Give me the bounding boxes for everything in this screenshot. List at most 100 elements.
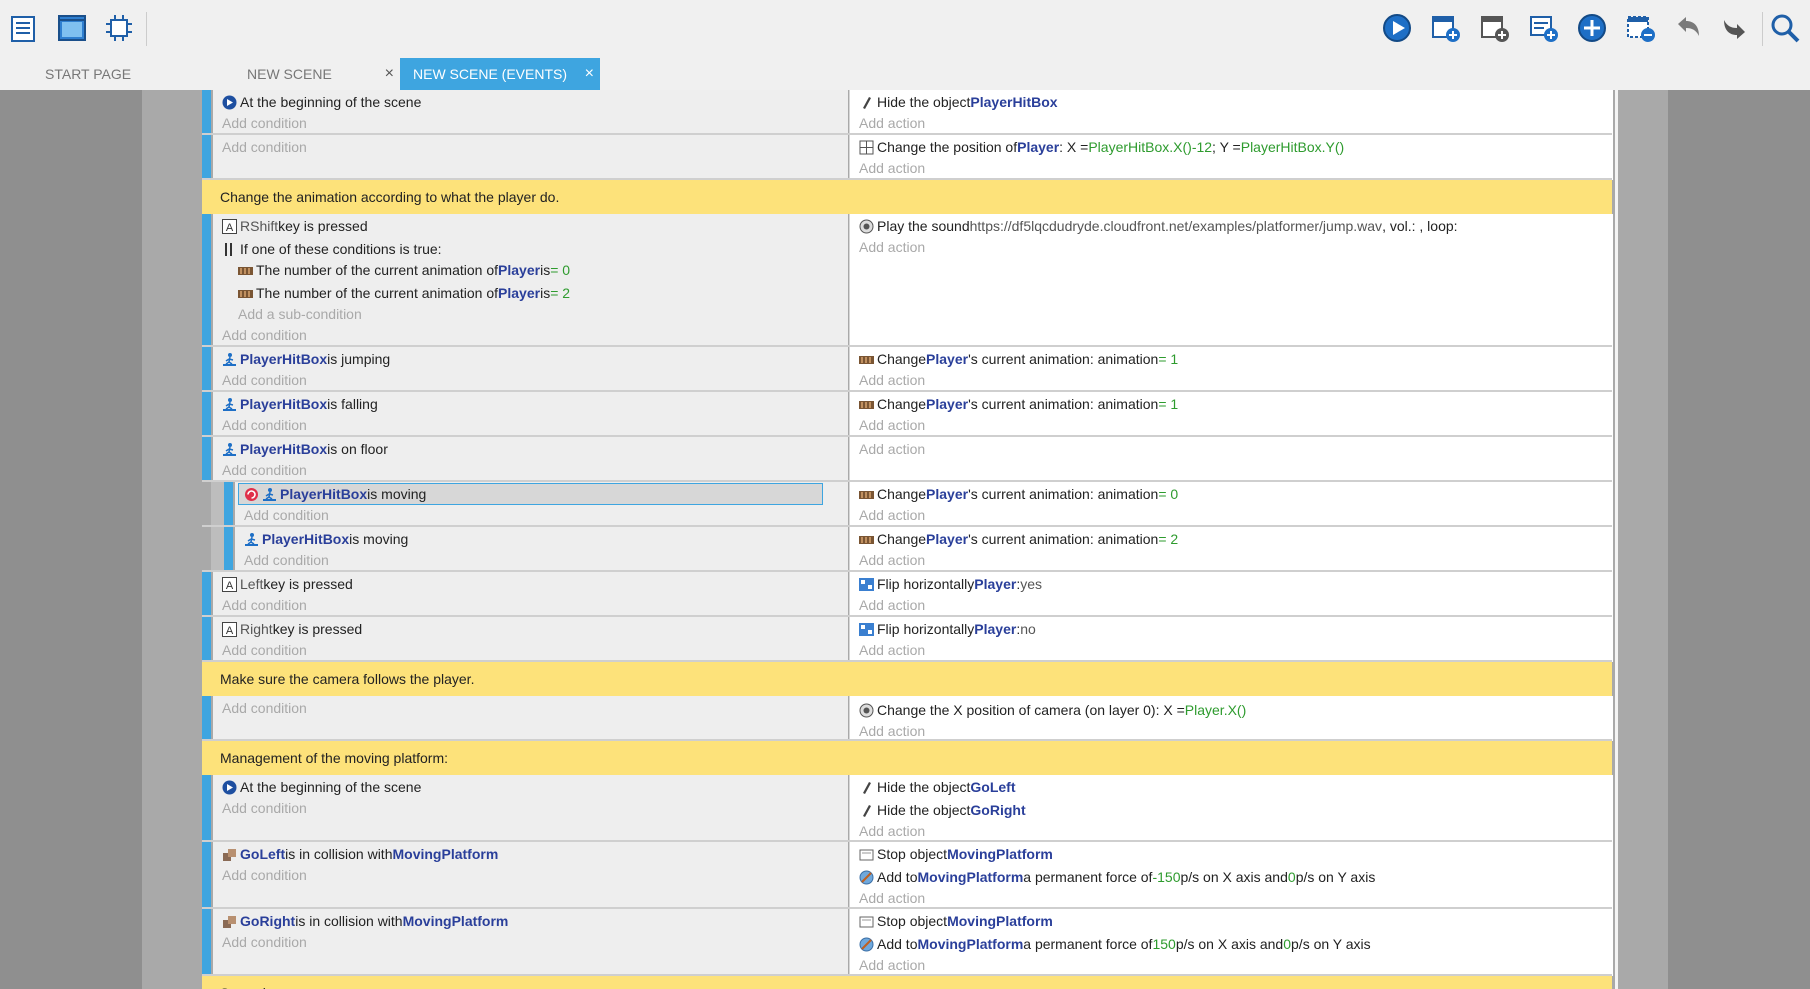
conditions-cell[interactable]: GoLeft is in collision with MovingPlatfo… (213, 842, 848, 909)
condition[interactable]: GoRight is in collision with MovingPlatf… (222, 911, 508, 931)
condition[interactable]: PlayerHitBox is falling (222, 394, 378, 414)
event-row[interactable]: Add condition Change the position of Pla… (202, 135, 1618, 180)
undo-icon[interactable] (1670, 10, 1706, 46)
tab-start-page[interactable]: START PAGE (32, 58, 202, 90)
conditions-cell[interactable]: PlayerHitBox is moving Add condition (235, 482, 848, 527)
add-condition-link[interactable]: Add condition (222, 640, 307, 660)
comment-row[interactable]: Spawning... (202, 976, 1612, 989)
actions-cell[interactable]: Change Player's current animation: anima… (849, 347, 1613, 392)
add-condition-link[interactable]: Add condition (222, 698, 307, 718)
add-condition-link[interactable]: Add condition (222, 798, 307, 818)
add-event-icon[interactable] (1428, 10, 1464, 46)
action[interactable]: Change Player's current animation: anima… (859, 529, 1178, 549)
redo-icon[interactable] (1717, 10, 1753, 46)
action[interactable]: Stop object MovingPlatform (859, 844, 1053, 864)
add-subcondition-link[interactable]: Add a sub-condition (238, 304, 362, 324)
event-row[interactable]: GoLeft is in collision with MovingPlatfo… (202, 842, 1618, 909)
conditions-cell[interactable]: PlayerHitBox is on floor Add condition (213, 437, 848, 482)
actions-cell[interactable]: Stop object MovingPlatform Add to Moving… (849, 909, 1613, 976)
add-condition-link[interactable]: Add condition (222, 595, 307, 615)
sub-event-row[interactable]: PlayerHitBox is moving Add condition Cha… (202, 527, 1618, 572)
or-condition[interactable]: If one of these conditions is true: (222, 239, 442, 259)
condition[interactable]: PlayerHitBox is on floor (222, 439, 388, 459)
conditions-cell[interactable]: A RShift key is pressed If one of these c… (213, 214, 848, 347)
sub-condition[interactable]: The number of the current animation of P… (238, 283, 570, 303)
add-condition-link[interactable]: Add condition (222, 932, 307, 952)
action[interactable]: Hide the object PlayerHitBox (859, 92, 1058, 112)
vertical-scrollbar[interactable] (1615, 90, 1618, 989)
add-condition-link[interactable]: Add condition (222, 113, 307, 133)
condition[interactable]: A Left key is pressed (222, 574, 353, 594)
conditions-cell[interactable]: A Left key is pressed Add condition (213, 572, 848, 617)
conditions-cell[interactable]: PlayerHitBox is moving Add condition (235, 527, 848, 572)
event-row[interactable]: A RShift key is pressed If one of these c… (202, 214, 1618, 347)
add-condition-link[interactable]: Add condition (222, 415, 307, 435)
event-row[interactable]: Add condition Change the X position of c… (202, 696, 1618, 741)
event-row[interactable]: At the beginning of the scene Add condit… (202, 90, 1618, 135)
action[interactable]: Change Player's current animation: anima… (859, 394, 1178, 414)
add-comment-icon[interactable] (1526, 10, 1562, 46)
conditions-cell[interactable]: Add condition (213, 696, 848, 741)
actions-cell[interactable]: Add action (849, 437, 1613, 482)
event-row[interactable]: A Left key is pressed Add condition Flip … (202, 572, 1618, 617)
action[interactable]: Change Player's current animation: anima… (859, 484, 1178, 504)
actions-cell[interactable]: Change Player's current animation: anima… (849, 527, 1613, 572)
add-action-link[interactable]: Add action (859, 955, 925, 975)
add-action-link[interactable]: Add action (859, 888, 925, 908)
add-condition-link[interactable]: Add condition (222, 865, 307, 885)
event-row[interactable]: GoRight is in collision with MovingPlatf… (202, 909, 1618, 976)
actions-cell[interactable]: Flip horizontally Player : yes Add actio… (849, 572, 1613, 617)
add-action-link[interactable]: Add action (859, 113, 925, 133)
event-row[interactable]: At the beginning of the scene Add condit… (202, 775, 1618, 842)
conditions-cell[interactable]: PlayerHitBox is jumping Add condition (213, 347, 848, 392)
sub-condition[interactable]: The number of the current animation of P… (238, 260, 570, 280)
tab-new-scene[interactable]: NEW SCENE × (234, 58, 400, 90)
event-row[interactable]: A Right key is pressed Add condition Flip… (202, 617, 1618, 662)
sub-event-row[interactable]: PlayerHitBox is moving Add condition Cha… (202, 482, 1618, 527)
add-action-link[interactable]: Add action (859, 439, 925, 459)
actions-cell[interactable]: Hide the object GoLeft Hide the object G… (849, 775, 1613, 842)
conditions-cell[interactable]: At the beginning of the scene Add condit… (213, 775, 848, 842)
conditions-cell[interactable]: GoRight is in collision with MovingPlatf… (213, 909, 848, 976)
event-row[interactable]: PlayerHitBox is jumping Add condition Ch… (202, 347, 1618, 392)
actions-cell[interactable]: Change the X position of camera (on laye… (849, 696, 1613, 741)
condition[interactable]: PlayerHitBox is moving (244, 529, 408, 549)
conditions-cell[interactable]: At the beginning of the scene Add condit… (213, 90, 848, 135)
add-action-link[interactable]: Add action (859, 640, 925, 660)
event-row[interactable]: PlayerHitBox is on floor Add condition A… (202, 437, 1618, 482)
comment-row[interactable]: Change the animation according to what t… (202, 180, 1612, 214)
tab-new-scene-events[interactable]: NEW SCENE (EVENTS) × (400, 58, 600, 90)
extensions-icon[interactable] (101, 10, 137, 46)
events-list-icon[interactable] (6, 10, 42, 46)
conditions-cell[interactable]: A Right key is pressed Add condition (213, 617, 848, 662)
action[interactable]: Hide the object GoLeft (859, 777, 1016, 797)
add-action-link[interactable]: Add action (859, 415, 925, 435)
action[interactable]: Play the sound https://df5lqcdudryde.clo… (859, 216, 1458, 236)
add-action-link[interactable]: Add action (859, 158, 925, 178)
action[interactable]: Flip horizontally Player : yes (859, 574, 1042, 594)
actions-cell[interactable]: Change Player's current animation: anima… (849, 482, 1613, 527)
actions-cell[interactable]: Flip horizontally Player : no Add action (849, 617, 1613, 662)
add-subevent-icon[interactable] (1477, 10, 1513, 46)
add-condition-link[interactable]: Add condition (222, 137, 307, 157)
add-condition-link[interactable]: Add condition (222, 370, 307, 390)
scene-editor-icon[interactable] (54, 10, 90, 46)
conditions-cell[interactable]: PlayerHitBox is falling Add condition (213, 392, 848, 437)
action[interactable]: Change the X position of camera (on laye… (859, 700, 1246, 720)
comment-row[interactable]: Make sure the camera follows the player. (202, 662, 1612, 696)
add-condition-link[interactable]: Add condition (222, 325, 307, 345)
add-condition-link[interactable]: Add condition (244, 505, 329, 525)
actions-cell[interactable]: Change the position of Player: X = Playe… (849, 135, 1613, 180)
action[interactable]: Add to MovingPlatform a permanent force … (859, 934, 1371, 954)
condition-selected[interactable]: PlayerHitBox is moving (244, 484, 426, 504)
add-more-icon[interactable] (1574, 10, 1610, 46)
comment-row[interactable]: Management of the moving platform: (202, 741, 1612, 775)
delete-event-icon[interactable] (1623, 10, 1659, 46)
add-action-link[interactable]: Add action (859, 237, 925, 257)
actions-cell[interactable]: Play the sound https://df5lqcdudryde.clo… (849, 214, 1613, 347)
add-condition-link[interactable]: Add condition (222, 460, 307, 480)
search-icon[interactable] (1767, 10, 1803, 46)
actions-cell[interactable]: Change Player's current animation: anima… (849, 392, 1613, 437)
actions-cell[interactable]: Stop object MovingPlatform Add to Moving… (849, 842, 1613, 909)
action[interactable]: Hide the object GoRight (859, 800, 1026, 820)
